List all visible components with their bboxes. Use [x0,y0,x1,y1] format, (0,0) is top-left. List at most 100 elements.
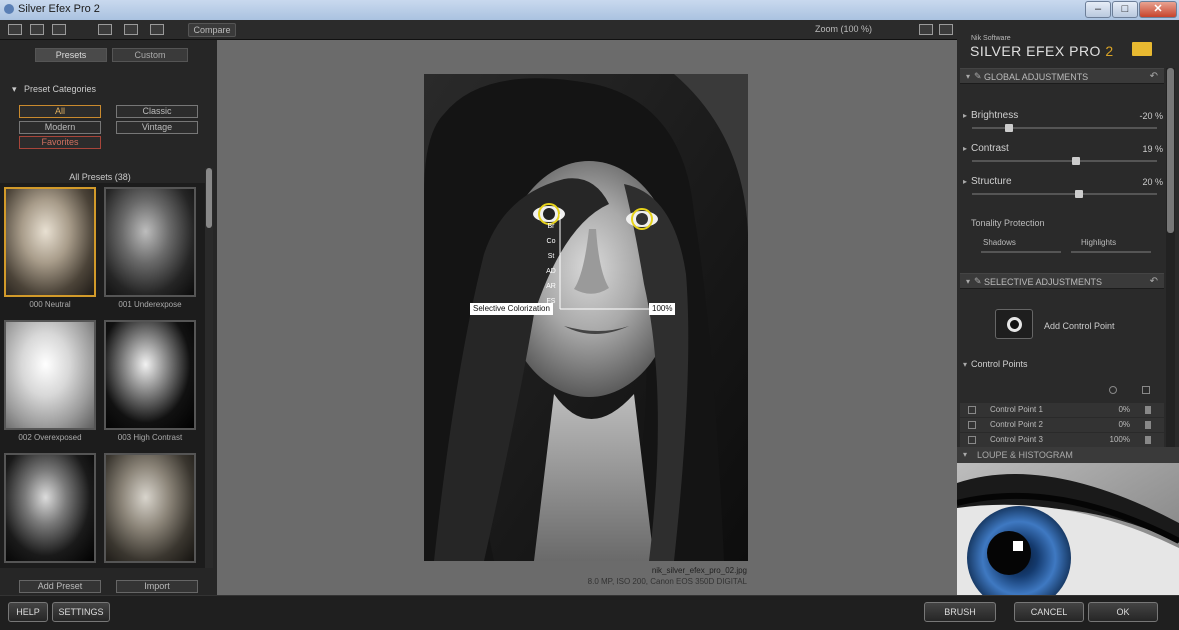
toggle-visibility-icon[interactable] [1109,386,1117,394]
category-classic[interactable]: Classic [116,105,198,118]
cp-name: Control Point 1 [990,405,1043,414]
brightness-arrow-icon[interactable]: ▸ [963,111,967,120]
cp-slider-amplify-darks[interactable]: AD [540,264,562,279]
control-points-arrow-icon[interactable]: ▾ [963,360,967,369]
reset-icon[interactable]: ↶ [1150,71,1158,82]
hand-tool-icon[interactable] [919,24,933,35]
file-info: 8.0 MP, ISO 200, Canon EOS 350D DIGITAL [587,577,747,586]
category-favorites[interactable]: Favorites [19,136,101,149]
preset-thumb-underexpose[interactable] [104,187,196,297]
cp-checkbox[interactable] [968,436,976,444]
brand-main: SILVER EFEX PRO [970,43,1101,59]
cancel-button[interactable]: CANCEL [1014,602,1084,622]
control-point-sliders[interactable]: Br Co St AD AR FS [540,219,562,309]
ok-button[interactable]: OK [1088,602,1158,622]
trash-icon[interactable] [1145,421,1151,429]
structure-arrow-icon[interactable]: ▸ [963,177,967,186]
bottom-bar: HELP SETTINGS BRUSH CANCEL OK [0,595,1179,630]
add-control-point-label: Add Control Point [1044,321,1115,331]
structure-knob[interactable] [1075,190,1084,198]
presets-scrollbar[interactable] [205,168,213,568]
cp-slider-brightness[interactable]: Br [540,219,562,234]
preset-thumb-neutral[interactable] [4,187,96,297]
trash-icon[interactable] [1145,406,1151,414]
file-name: nik_silver_efex_pro_02.jpg [651,566,747,575]
cp-checkbox[interactable] [968,406,976,414]
add-control-point-button[interactable] [995,309,1033,339]
zoom-dropdown[interactable]: Zoom (100 %) [815,24,872,34]
highlights-slider[interactable] [1071,251,1151,253]
preset-thumb[interactable] [4,453,96,563]
structure-value: 20 % [1142,177,1163,187]
preview-area: Br Co St AD AR FS Selective Colorization… [217,40,957,595]
cp-checkbox[interactable] [968,421,976,429]
frame-icon[interactable] [98,24,112,35]
split-view-icon[interactable] [30,24,44,35]
preset-label: 001 Underexpose [118,300,182,309]
contrast-label: Contrast [971,143,1009,154]
adjustments-scrollbar[interactable] [1166,68,1175,458]
preset-grid: 000 Neutral 001 Underexpose 002 Overexpo… [0,183,205,568]
contrast-knob[interactable] [1071,157,1080,165]
title-bar: Silver Efex Pro 2 – □ ✕ [0,0,1179,20]
trash-icon[interactable] [1145,436,1151,444]
loupe-histogram-title: LOUPE & HISTOGRAM [977,450,1073,460]
selective-adjustments-title: SELECTIVE ADJUSTMENTS [984,277,1103,287]
import-button[interactable]: Import [116,580,198,593]
tab-custom[interactable]: Custom [112,48,188,62]
close-button[interactable]: ✕ [1139,1,1177,18]
selective-colorization-label[interactable]: Selective Colorization [470,303,553,315]
structure-label: Structure [971,176,1012,187]
category-modern[interactable]: Modern [19,121,101,134]
collapse-arrow-icon: ▾ [966,277,971,286]
category-all[interactable]: All [19,105,101,118]
preset-thumb[interactable] [104,453,196,563]
preset-thumb-overexposed[interactable] [4,320,96,430]
brightness-slider[interactable] [972,124,1157,132]
brightness-knob[interactable] [1005,124,1013,132]
maximize-button[interactable]: □ [1112,1,1138,18]
folder-icon[interactable] [1132,42,1152,56]
contrast-value: 19 % [1142,144,1163,154]
adjustments-scroll-thumb[interactable] [1167,68,1174,233]
background-icon[interactable] [124,24,138,35]
cp-slider-amplify-lights[interactable]: AR [540,279,562,294]
side-by-side-icon[interactable] [52,24,66,35]
structure-slider[interactable] [972,190,1157,198]
loupe-histogram-header[interactable]: ▾ LOUPE & HISTOGRAM [957,447,1179,463]
control-point-row[interactable]: Control Point 1 0% [960,403,1164,417]
reset-icon[interactable]: ↶ [1150,276,1158,287]
minimize-button[interactable]: – [1085,1,1111,18]
tab-presets[interactable]: Presets [35,48,107,62]
contrast-slider[interactable] [972,157,1157,165]
control-point-row[interactable]: Control Point 3 100% [960,433,1164,447]
contrast-arrow-icon[interactable]: ▸ [963,144,967,153]
selective-adjustments-header[interactable]: ▾ ✎ SELECTIVE ADJUSTMENTS ↶ [960,273,1164,289]
global-adjustments-header[interactable]: ▾ ✎ GLOBAL ADJUSTMENTS ↶ [960,68,1164,84]
preset-categories-title: Preset Categories [24,84,97,94]
category-vintage[interactable]: Vintage [116,121,198,134]
portrait-photo [424,74,748,561]
compare-button[interactable]: Compare [188,23,236,37]
preview-image[interactable]: Br Co St AD AR FS Selective Colorization… [424,74,748,561]
pen-icon: ✎ [974,71,982,81]
help-button[interactable]: HELP [8,602,48,622]
loupe-tool-icon[interactable] [939,24,953,35]
preset-label: 000 Neutral [29,300,71,309]
presets-scroll-thumb[interactable] [206,168,212,228]
duplicate-icon[interactable] [1142,386,1150,394]
control-point-row[interactable]: Control Point 2 0% [960,418,1164,432]
settings-button[interactable]: SETTINGS [52,602,110,622]
add-preset-button[interactable]: Add Preset [19,580,101,593]
single-view-icon[interactable] [8,24,22,35]
cp-slider-structure[interactable]: St [540,249,562,264]
cp-slider-contrast[interactable]: Co [540,234,562,249]
fullscreen-icon[interactable] [150,24,164,35]
cp-pct: 100% [1109,435,1130,444]
shadows-slider[interactable] [981,251,1061,253]
brightness-label: Brightness [971,110,1019,121]
preset-categories-arrow[interactable]: ▾ [12,84,17,95]
brush-button[interactable]: BRUSH [924,602,996,622]
preset-thumb-high-contrast[interactable] [104,320,196,430]
loupe-view [957,463,1179,595]
